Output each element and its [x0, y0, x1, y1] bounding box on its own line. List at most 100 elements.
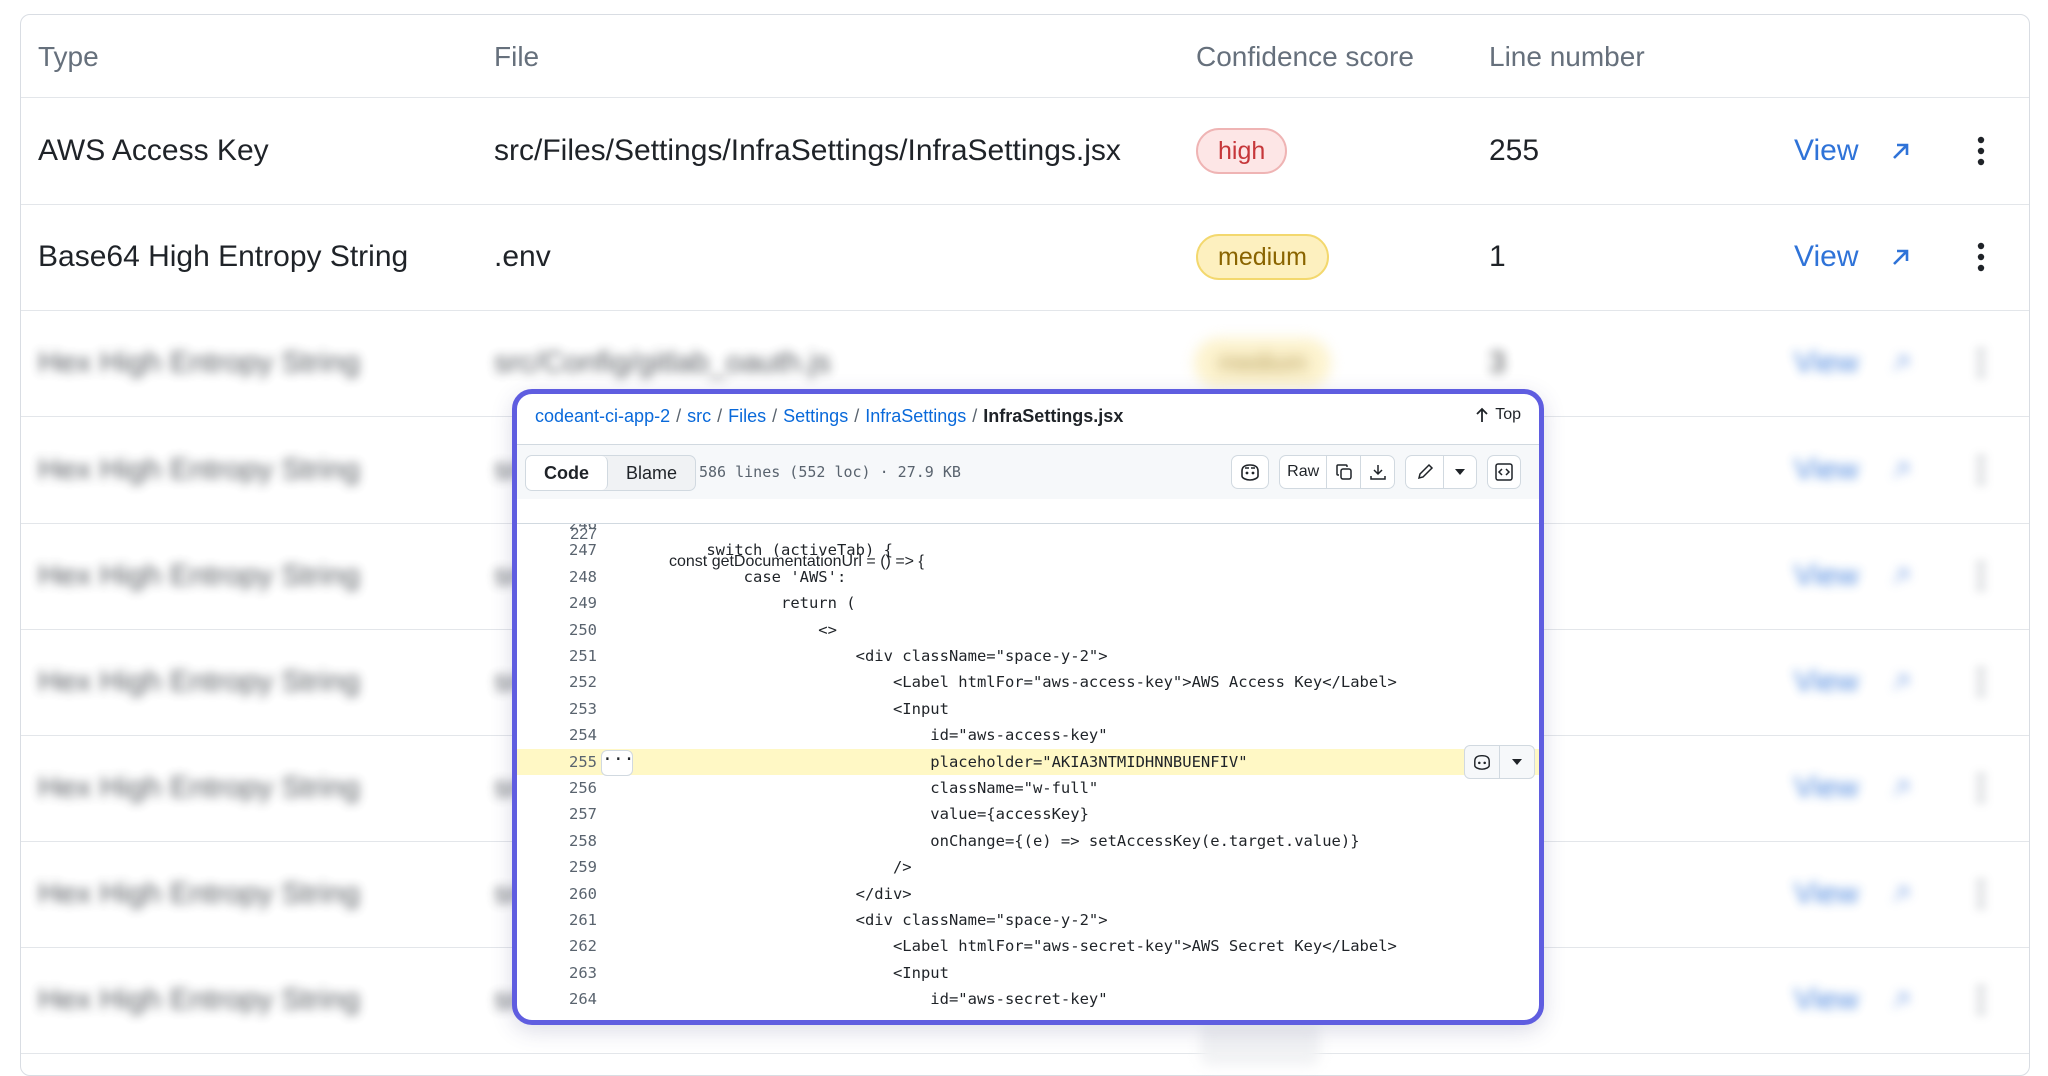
- confidence-badge: high: [1196, 128, 1288, 174]
- copy-button[interactable]: [1326, 456, 1360, 488]
- more-options-icon[interactable]: [1971, 240, 1991, 274]
- view-link[interactable]: View: [1794, 346, 1858, 380]
- external-link-icon[interactable]: [1887, 774, 1915, 802]
- external-link-icon[interactable]: [1887, 243, 1915, 271]
- edit-group: [1405, 455, 1477, 489]
- top-label: Top: [1495, 406, 1521, 423]
- line-number: 262: [569, 937, 597, 956]
- line-code: <Input: [669, 963, 949, 982]
- tab-blame[interactable]: Blame: [608, 456, 695, 490]
- line-copilot-dropdown[interactable]: [1499, 745, 1534, 778]
- breadcrumb-src[interactable]: src: [687, 406, 711, 426]
- code-line: 249 return (: [517, 590, 1539, 616]
- view-link[interactable]: View: [1794, 665, 1858, 699]
- external-link-icon[interactable]: [1887, 880, 1915, 908]
- raw-group: Raw: [1279, 455, 1395, 489]
- code-line: 264 id="aws-secret-key": [517, 986, 1539, 1012]
- type-cell: Base64 High Entropy String: [38, 240, 409, 273]
- line-number-cell: 1: [1489, 240, 1506, 273]
- more-options-icon[interactable]: [1971, 346, 1991, 380]
- line-code: </div>: [669, 884, 912, 903]
- view-link[interactable]: View: [1794, 877, 1858, 911]
- line-number: 227: [570, 526, 597, 544]
- line-number: 264: [569, 990, 597, 1009]
- line-code: id="aws-secret-key": [669, 990, 1108, 1009]
- confidence-cell: medium: [1196, 340, 1329, 386]
- arrow-up-icon: [1476, 407, 1488, 422]
- sticky-code-line: 227 const getDocumentationUrl = () => {: [517, 496, 1539, 570]
- file-cell: src/Files/Settings/InfraSettings/InfraSe…: [494, 134, 1121, 167]
- more-options-icon[interactable]: [1971, 559, 1991, 593]
- external-link-icon[interactable]: [1887, 986, 1915, 1014]
- copy-icon: [1336, 464, 1352, 480]
- external-link-icon[interactable]: [1887, 456, 1915, 484]
- code-line: 262 <Label htmlFor="aws-secret-key">AWS …: [517, 933, 1539, 959]
- view-link[interactable]: View: [1794, 559, 1858, 593]
- edit-button[interactable]: [1406, 463, 1443, 481]
- more-options-icon[interactable]: [1971, 983, 1991, 1017]
- file-meta: 586 lines (552 loc) · 27.9 KB: [699, 463, 961, 481]
- line-code: return (: [669, 594, 856, 613]
- more-options-icon[interactable]: [1971, 665, 1991, 699]
- more-options-icon[interactable]: [1971, 453, 1991, 487]
- line-code: <Label htmlFor="aws-access-key">AWS Acce…: [669, 673, 1397, 692]
- header-file: File: [494, 41, 540, 72]
- code-line: 261 <div className="space-y-2">: [517, 907, 1539, 933]
- external-link-icon[interactable]: [1887, 562, 1915, 590]
- copilot-icon: [1474, 754, 1490, 770]
- header-type: Type: [38, 41, 99, 72]
- code-line: 256 className="w-full": [517, 775, 1539, 801]
- line-copilot-button[interactable]: [1465, 746, 1499, 778]
- breadcrumb-current-file: InfraSettings.jsx: [983, 406, 1124, 426]
- line-number: 251: [569, 647, 597, 665]
- code-line: 253 <Input: [517, 696, 1539, 722]
- pencil-icon: [1417, 463, 1433, 480]
- top-button[interactable]: Top: [1475, 406, 1521, 424]
- code-line: 260 </div>: [517, 881, 1539, 907]
- tab-code[interactable]: Code: [526, 456, 608, 490]
- type-cell: Hex High Entropy String: [38, 559, 360, 592]
- file-cell: src/Config/gitlab_oauth.js: [494, 346, 831, 379]
- caret-down-icon: [1512, 758, 1522, 765]
- code-line: 258 onChange={(e) => setAccessKey(e.targ…: [517, 828, 1539, 854]
- external-link-icon[interactable]: [1887, 349, 1915, 377]
- more-options-icon[interactable]: [1971, 877, 1991, 911]
- breadcrumb-infrasettings[interactable]: InfraSettings: [865, 406, 966, 426]
- external-link-icon[interactable]: [1887, 668, 1915, 696]
- line-code: id="aws-access-key": [669, 726, 1108, 745]
- confidence-badge: medium: [1196, 340, 1329, 386]
- view-link[interactable]: View: [1794, 240, 1858, 274]
- code-line: 252 <Label htmlFor="aws-access-key">AWS …: [517, 669, 1539, 695]
- confidence-cell: high: [1196, 128, 1288, 174]
- raw-button[interactable]: Raw: [1280, 463, 1326, 481]
- line-code: const getDocumentationUrl = () => {: [669, 552, 924, 570]
- external-link-icon[interactable]: [1887, 137, 1915, 165]
- line-number-cell: 255: [1489, 134, 1540, 167]
- copilot-icon: [1241, 464, 1259, 481]
- breadcrumb-repo[interactable]: codeant-ci-app-2: [535, 406, 670, 426]
- view-link[interactable]: View: [1794, 134, 1858, 168]
- code-line: 227 const getDocumentationUrl = () => {: [517, 496, 1539, 569]
- caret-down-icon: [1455, 469, 1466, 475]
- breadcrumb-files[interactable]: Files: [728, 406, 766, 426]
- code-preview-popup: codeant-ci-app-2/src / Files / Settings / Infr…: [512, 389, 1544, 1025]
- view-link[interactable]: View: [1794, 453, 1858, 487]
- code-line: 257 value={accessKey}: [517, 801, 1539, 827]
- line-number-cell: 3: [1489, 346, 1506, 379]
- confidence-cell: medium: [1196, 234, 1329, 280]
- type-cell: Hex High Entropy String: [38, 665, 360, 698]
- symbols-button[interactable]: [1487, 455, 1521, 489]
- line-actions-button[interactable]: ···: [601, 749, 635, 776]
- line-code: <Label htmlFor="aws-secret-key">AWS Secr…: [669, 937, 1397, 956]
- code-line: 246: [517, 524, 1539, 537]
- download-button[interactable]: [1360, 456, 1394, 488]
- view-link[interactable]: View: [1794, 983, 1858, 1017]
- breadcrumb-settings[interactable]: Settings: [783, 406, 848, 426]
- copilot-button[interactable]: [1231, 455, 1269, 489]
- more-options-icon[interactable]: [1971, 134, 1991, 168]
- line-number: 258: [569, 831, 597, 850]
- edit-dropdown[interactable]: [1443, 456, 1476, 488]
- view-link[interactable]: View: [1794, 771, 1858, 805]
- line-code: <Input: [669, 699, 949, 718]
- more-options-icon[interactable]: [1971, 771, 1991, 805]
